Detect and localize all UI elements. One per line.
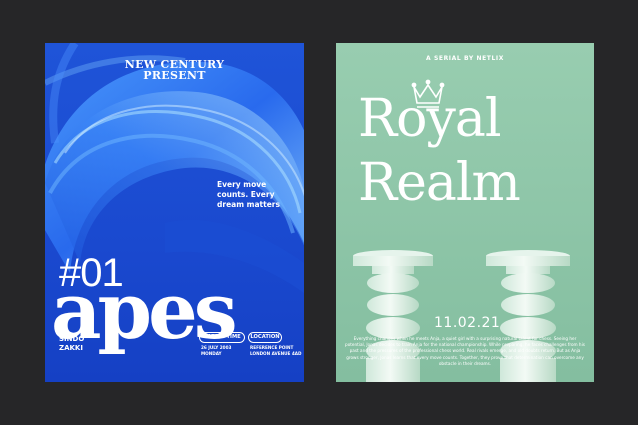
- event-day: MONDAY: [201, 351, 222, 356]
- author-line-1: SINDO: [59, 335, 85, 343]
- synopsis-text: Everything changes when he meets Anja, a…: [345, 336, 585, 366]
- location-line-2: LONDON AVENUE 4AD: [250, 351, 302, 356]
- location-label: LOCATION: [248, 332, 282, 343]
- date-time-label: DATE & TIME: [199, 332, 245, 343]
- serial-credit: A SERIAL BY NETLIX: [426, 55, 504, 62]
- title-line-1: Royal: [358, 89, 501, 149]
- apes-poster: NEW CENTURY PRESENT Every move counts. E…: [45, 43, 304, 382]
- presenter-line-2: PRESENT: [143, 69, 206, 82]
- royal-realm-poster: A SERIAL BY NETLIX Royal Realm 11.02.21 …: [336, 43, 594, 382]
- title-line-2: Realm: [358, 153, 521, 213]
- tagline: Every move counts. Every dream matters: [217, 180, 280, 209]
- release-date: 11.02.21: [434, 315, 501, 331]
- author-line-2: ZAKKI: [59, 344, 83, 352]
